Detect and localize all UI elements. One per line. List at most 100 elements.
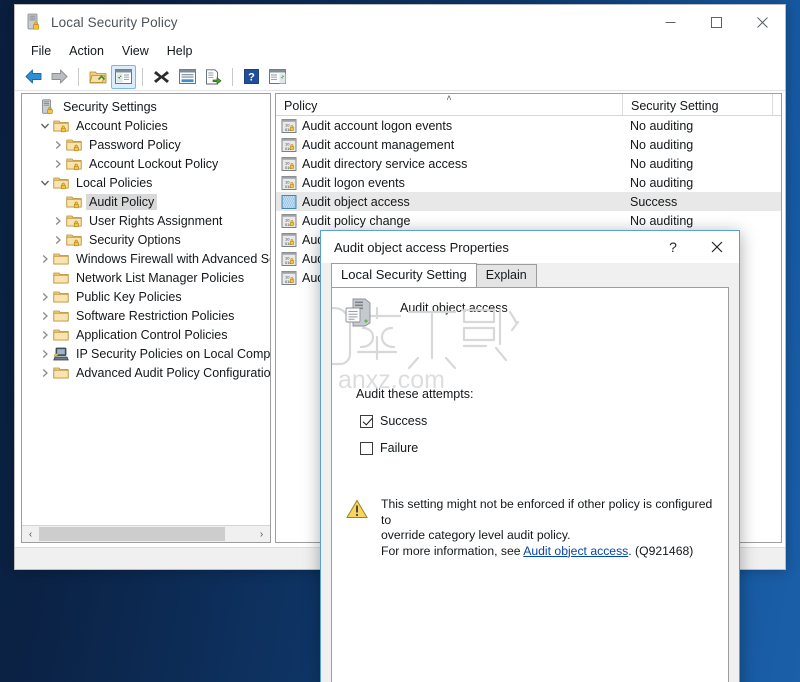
sort-ascending-icon: ˄ (446, 93, 452, 103)
chevron-right-icon[interactable] (50, 211, 66, 230)
tree-item-security-options[interactable]: Security Options (22, 230, 270, 249)
chevron-right-icon[interactable] (50, 154, 66, 173)
locked-folder-icon (66, 213, 82, 229)
toolbar-separator (142, 67, 143, 86)
tree-item-security-settings[interactable]: Security Settings (22, 97, 270, 116)
tree-item-label: User Rights Assignment (89, 213, 223, 228)
checkbox-row-failure[interactable]: Failure (360, 441, 728, 455)
policy-name: Audit account management (302, 137, 455, 152)
table-row[interactable]: Audit object access Success (276, 192, 781, 211)
menu-help[interactable]: Help (158, 41, 202, 61)
policy-icon-selected (281, 194, 297, 210)
policy-cell: 10 010 Audit logon events (276, 175, 622, 191)
tree-item-password-policy[interactable]: Password Policy (22, 135, 270, 154)
table-row[interactable]: 10 010 Audit account logon events No auditi… (276, 116, 781, 135)
chevron-right-icon[interactable] (37, 287, 53, 306)
table-row[interactable]: 10 010 Audit account management No auditing (276, 135, 781, 154)
security-setting-cell: No auditing (630, 213, 694, 228)
forward-icon[interactable] (47, 65, 72, 89)
table-row[interactable]: 10 010 Audit logon events No auditing (276, 173, 781, 192)
checkbox-row-success[interactable]: Success (360, 414, 728, 428)
properties-icon[interactable] (175, 65, 200, 89)
tab-local-security-setting[interactable]: Local Security Setting (331, 263, 477, 287)
table-row[interactable]: 10 010 Audit policy change No auditing (276, 211, 781, 230)
policy-icon: 10 010 (281, 156, 297, 172)
scroll-left-icon[interactable]: ‹ (22, 526, 39, 542)
close-button[interactable] (739, 5, 785, 39)
warning-line-3-suffix: . (Q921468) (628, 543, 694, 558)
column-header-security-setting[interactable]: Security Setting (622, 94, 772, 115)
folder-icon (53, 308, 69, 324)
svg-text:?: ? (248, 72, 255, 84)
policy-cell: 10 010 Audit account logon events (276, 118, 622, 134)
help-icon[interactable]: ? (239, 65, 264, 89)
delete-icon[interactable] (149, 65, 174, 89)
warning-triangle-icon (346, 499, 368, 519)
export-list-icon[interactable] (201, 65, 226, 89)
policy-icon: 10 010 (281, 232, 297, 248)
policy-icon: 10 010 (281, 213, 297, 229)
menu-action[interactable]: Action (60, 41, 113, 61)
locked-folder-icon (53, 118, 69, 134)
scroll-track[interactable] (39, 526, 253, 542)
audit-attempts-label: Audit these attempts: (356, 387, 474, 401)
policy-cell: Audit object access (276, 194, 622, 210)
tab-explain[interactable]: Explain (475, 264, 537, 287)
chevron-right-icon[interactable] (37, 325, 53, 344)
scroll-thumb[interactable] (39, 527, 225, 541)
tree-item-windows-firewall-with-advanced-secu[interactable]: Windows Firewall with Advanced Secu (22, 249, 270, 268)
tree-item-label: IP Security Policies on Local Compute (76, 346, 270, 361)
toolbar-separator (232, 67, 233, 86)
tree-item-public-key-policies[interactable]: Public Key Policies (22, 287, 270, 306)
chevron-right-icon[interactable] (50, 135, 66, 154)
scroll-right-icon[interactable]: › (253, 526, 270, 542)
policy-cell: 10 010 Audit account management (276, 137, 622, 153)
tree-item-local-policies[interactable]: Local Policies (22, 173, 270, 192)
tree-item-label: Advanced Audit Policy Configuration (76, 365, 270, 380)
tree-item-application-control-policies[interactable]: Application Control Policies (22, 325, 270, 344)
tree-item-audit-policy[interactable]: Audit Policy (22, 192, 270, 211)
tree-item-software-restriction-policies[interactable]: Software Restriction Policies (22, 306, 270, 325)
tree-item-user-rights-assignment[interactable]: User Rights Assignment (22, 211, 270, 230)
audit-object-access-link[interactable]: Audit object access (523, 544, 628, 558)
menu-view[interactable]: View (113, 41, 158, 61)
policy-name: Audit logon events (302, 175, 405, 190)
chevron-down-icon[interactable] (37, 173, 53, 192)
show-hide-console-tree-icon[interactable] (111, 64, 136, 89)
up-folder-icon[interactable] (85, 65, 110, 89)
list-column-headers: Policy ˄ Security Setting (276, 94, 781, 116)
chevron-right-icon[interactable] (37, 306, 53, 325)
menu-file[interactable]: File (22, 41, 60, 61)
show-action-pane-icon[interactable] (265, 65, 290, 89)
chevron-down-icon[interactable] (37, 116, 53, 135)
tree-item-label: Windows Firewall with Advanced Secu (76, 251, 270, 266)
menubar: File Action View Help (15, 39, 785, 63)
tree-item-label: Account Lockout Policy (89, 156, 219, 171)
warning-text: This setting might not be enforced if ot… (381, 497, 716, 559)
chevron-right-icon[interactable] (50, 230, 66, 249)
maximize-button[interactable] (693, 5, 739, 39)
back-icon[interactable] (21, 65, 46, 89)
minimize-button[interactable] (647, 5, 693, 39)
tree-item-label: Network List Manager Policies (76, 270, 245, 285)
tree-item-ip-security-policies-on-local-compute[interactable]: IP Security Policies on Local Compute (22, 344, 270, 363)
tree-horizontal-scrollbar[interactable]: ‹ › (22, 525, 270, 542)
tree-item-advanced-audit-policy-configuration[interactable]: Advanced Audit Policy Configuration (22, 363, 270, 382)
chevron-right-icon[interactable] (37, 249, 53, 268)
dialog-close-button[interactable] (695, 231, 739, 263)
locked-folder-icon (66, 194, 82, 210)
table-row[interactable]: 10 010 Audit directory service access No au… (276, 154, 781, 173)
tree-item-account-policies[interactable]: Account Policies (22, 116, 270, 135)
security-setting-cell: No auditing (630, 118, 694, 133)
tree-item-account-lockout-policy[interactable]: Account Lockout Policy (22, 154, 270, 173)
tree-item-label: Password Policy (89, 137, 181, 152)
chevron-right-icon[interactable] (37, 344, 53, 363)
failure-checkbox[interactable] (360, 441, 373, 455)
policy-icon: 10 010 (281, 175, 297, 191)
chevron-right-icon[interactable] (37, 363, 53, 382)
success-checkbox[interactable] (360, 414, 373, 428)
column-header-policy[interactable]: Policy ˄ (276, 94, 622, 115)
window-titlebar: Local Security Policy (15, 5, 785, 39)
tree-item-network-list-manager-policies[interactable]: Network List Manager Policies (22, 268, 270, 287)
dialog-help-button[interactable]: ? (651, 231, 695, 263)
